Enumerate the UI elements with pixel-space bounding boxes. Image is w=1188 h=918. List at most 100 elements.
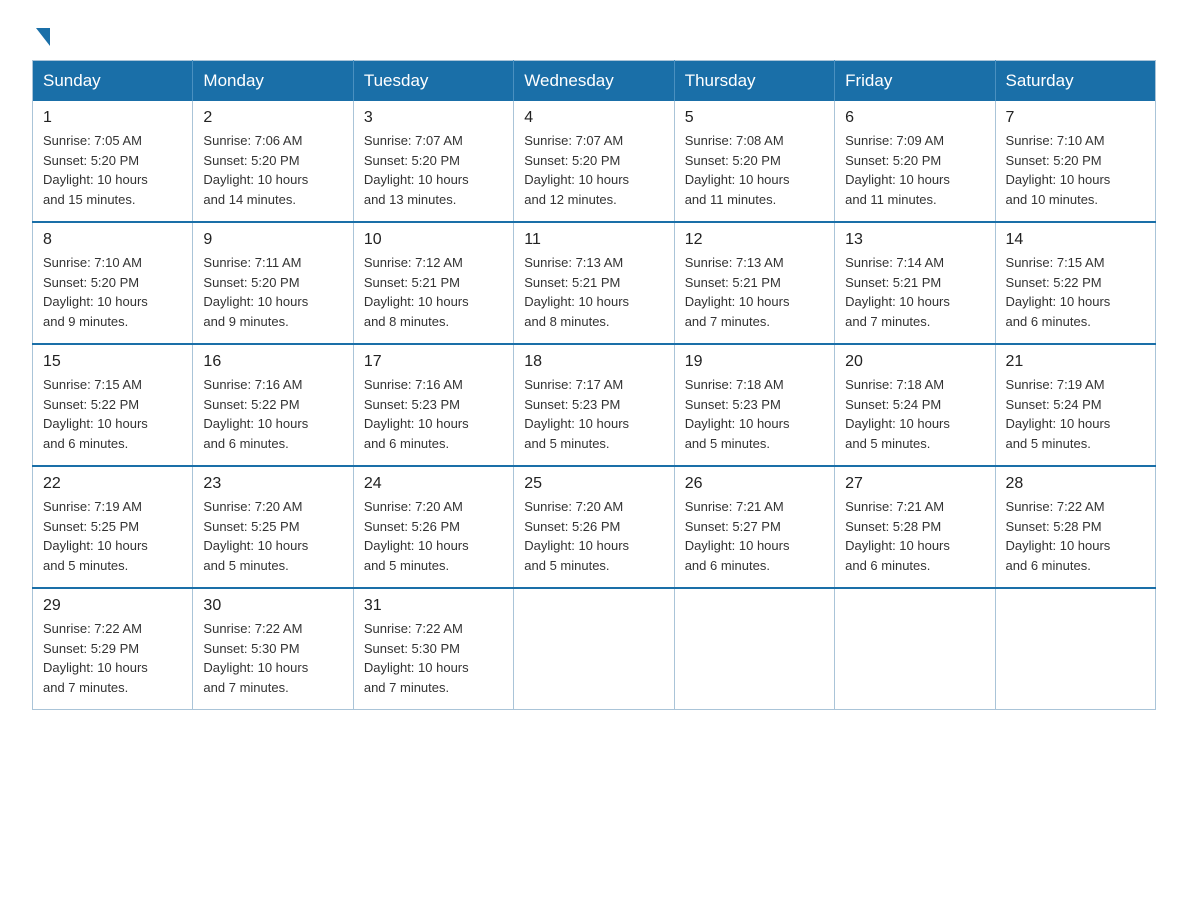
day-detail: Sunrise: 7:16 AM Sunset: 5:22 PM Dayligh…	[203, 375, 342, 453]
day-number: 4	[524, 109, 663, 127]
day-number: 25	[524, 475, 663, 493]
calendar-header-row: SundayMondayTuesdayWednesdayThursdayFrid…	[33, 61, 1156, 102]
logo-arrow-icon	[36, 28, 50, 46]
day-number: 17	[364, 353, 503, 371]
calendar-cell	[835, 588, 995, 710]
day-number: 21	[1006, 353, 1145, 371]
day-detail: Sunrise: 7:19 AM Sunset: 5:24 PM Dayligh…	[1006, 375, 1145, 453]
logo	[32, 24, 50, 42]
day-number: 26	[685, 475, 824, 493]
day-number: 15	[43, 353, 182, 371]
calendar-cell: 4 Sunrise: 7:07 AM Sunset: 5:20 PM Dayli…	[514, 101, 674, 222]
calendar-cell: 27 Sunrise: 7:21 AM Sunset: 5:28 PM Dayl…	[835, 466, 995, 588]
calendar-week-row: 15 Sunrise: 7:15 AM Sunset: 5:22 PM Dayl…	[33, 344, 1156, 466]
header-tuesday: Tuesday	[353, 61, 513, 102]
calendar-week-row: 29 Sunrise: 7:22 AM Sunset: 5:29 PM Dayl…	[33, 588, 1156, 710]
header-saturday: Saturday	[995, 61, 1155, 102]
day-detail: Sunrise: 7:15 AM Sunset: 5:22 PM Dayligh…	[43, 375, 182, 453]
day-number: 28	[1006, 475, 1145, 493]
day-number: 30	[203, 597, 342, 615]
day-number: 22	[43, 475, 182, 493]
calendar-cell: 6 Sunrise: 7:09 AM Sunset: 5:20 PM Dayli…	[835, 101, 995, 222]
calendar-week-row: 1 Sunrise: 7:05 AM Sunset: 5:20 PM Dayli…	[33, 101, 1156, 222]
calendar-cell: 24 Sunrise: 7:20 AM Sunset: 5:26 PM Dayl…	[353, 466, 513, 588]
calendar-cell: 21 Sunrise: 7:19 AM Sunset: 5:24 PM Dayl…	[995, 344, 1155, 466]
day-detail: Sunrise: 7:22 AM Sunset: 5:29 PM Dayligh…	[43, 619, 182, 697]
day-detail: Sunrise: 7:22 AM Sunset: 5:30 PM Dayligh…	[364, 619, 503, 697]
day-number: 20	[845, 353, 984, 371]
calendar-cell: 5 Sunrise: 7:08 AM Sunset: 5:20 PM Dayli…	[674, 101, 834, 222]
day-detail: Sunrise: 7:12 AM Sunset: 5:21 PM Dayligh…	[364, 253, 503, 331]
calendar-cell: 31 Sunrise: 7:22 AM Sunset: 5:30 PM Dayl…	[353, 588, 513, 710]
calendar-cell: 15 Sunrise: 7:15 AM Sunset: 5:22 PM Dayl…	[33, 344, 193, 466]
day-number: 11	[524, 231, 663, 249]
calendar-cell	[514, 588, 674, 710]
day-detail: Sunrise: 7:18 AM Sunset: 5:24 PM Dayligh…	[845, 375, 984, 453]
calendar-cell: 14 Sunrise: 7:15 AM Sunset: 5:22 PM Dayl…	[995, 222, 1155, 344]
day-number: 29	[43, 597, 182, 615]
day-detail: Sunrise: 7:22 AM Sunset: 5:28 PM Dayligh…	[1006, 497, 1145, 575]
day-detail: Sunrise: 7:16 AM Sunset: 5:23 PM Dayligh…	[364, 375, 503, 453]
calendar-body: 1 Sunrise: 7:05 AM Sunset: 5:20 PM Dayli…	[33, 101, 1156, 710]
calendar-cell: 10 Sunrise: 7:12 AM Sunset: 5:21 PM Dayl…	[353, 222, 513, 344]
day-detail: Sunrise: 7:06 AM Sunset: 5:20 PM Dayligh…	[203, 131, 342, 209]
day-number: 23	[203, 475, 342, 493]
day-detail: Sunrise: 7:13 AM Sunset: 5:21 PM Dayligh…	[524, 253, 663, 331]
day-number: 12	[685, 231, 824, 249]
calendar-cell: 18 Sunrise: 7:17 AM Sunset: 5:23 PM Dayl…	[514, 344, 674, 466]
day-number: 31	[364, 597, 503, 615]
calendar-cell: 22 Sunrise: 7:19 AM Sunset: 5:25 PM Dayl…	[33, 466, 193, 588]
day-number: 9	[203, 231, 342, 249]
day-detail: Sunrise: 7:08 AM Sunset: 5:20 PM Dayligh…	[685, 131, 824, 209]
day-number: 1	[43, 109, 182, 127]
calendar-cell	[674, 588, 834, 710]
day-number: 27	[845, 475, 984, 493]
calendar-cell: 7 Sunrise: 7:10 AM Sunset: 5:20 PM Dayli…	[995, 101, 1155, 222]
day-detail: Sunrise: 7:11 AM Sunset: 5:20 PM Dayligh…	[203, 253, 342, 331]
calendar-cell: 30 Sunrise: 7:22 AM Sunset: 5:30 PM Dayl…	[193, 588, 353, 710]
day-detail: Sunrise: 7:19 AM Sunset: 5:25 PM Dayligh…	[43, 497, 182, 575]
day-detail: Sunrise: 7:14 AM Sunset: 5:21 PM Dayligh…	[845, 253, 984, 331]
calendar-cell: 3 Sunrise: 7:07 AM Sunset: 5:20 PM Dayli…	[353, 101, 513, 222]
day-number: 8	[43, 231, 182, 249]
day-number: 13	[845, 231, 984, 249]
day-detail: Sunrise: 7:21 AM Sunset: 5:27 PM Dayligh…	[685, 497, 824, 575]
day-number: 10	[364, 231, 503, 249]
calendar-cell: 2 Sunrise: 7:06 AM Sunset: 5:20 PM Dayli…	[193, 101, 353, 222]
day-detail: Sunrise: 7:07 AM Sunset: 5:20 PM Dayligh…	[524, 131, 663, 209]
day-number: 2	[203, 109, 342, 127]
day-detail: Sunrise: 7:17 AM Sunset: 5:23 PM Dayligh…	[524, 375, 663, 453]
day-detail: Sunrise: 7:20 AM Sunset: 5:26 PM Dayligh…	[524, 497, 663, 575]
calendar-cell: 29 Sunrise: 7:22 AM Sunset: 5:29 PM Dayl…	[33, 588, 193, 710]
header-friday: Friday	[835, 61, 995, 102]
calendar-cell: 19 Sunrise: 7:18 AM Sunset: 5:23 PM Dayl…	[674, 344, 834, 466]
day-detail: Sunrise: 7:20 AM Sunset: 5:25 PM Dayligh…	[203, 497, 342, 575]
day-detail: Sunrise: 7:20 AM Sunset: 5:26 PM Dayligh…	[364, 497, 503, 575]
calendar-cell	[995, 588, 1155, 710]
day-detail: Sunrise: 7:10 AM Sunset: 5:20 PM Dayligh…	[43, 253, 182, 331]
day-number: 24	[364, 475, 503, 493]
calendar-cell: 13 Sunrise: 7:14 AM Sunset: 5:21 PM Dayl…	[835, 222, 995, 344]
day-detail: Sunrise: 7:18 AM Sunset: 5:23 PM Dayligh…	[685, 375, 824, 453]
day-number: 6	[845, 109, 984, 127]
day-detail: Sunrise: 7:09 AM Sunset: 5:20 PM Dayligh…	[845, 131, 984, 209]
day-number: 18	[524, 353, 663, 371]
calendar-table: SundayMondayTuesdayWednesdayThursdayFrid…	[32, 60, 1156, 710]
calendar-cell: 23 Sunrise: 7:20 AM Sunset: 5:25 PM Dayl…	[193, 466, 353, 588]
calendar-cell: 20 Sunrise: 7:18 AM Sunset: 5:24 PM Dayl…	[835, 344, 995, 466]
day-number: 3	[364, 109, 503, 127]
calendar-cell: 26 Sunrise: 7:21 AM Sunset: 5:27 PM Dayl…	[674, 466, 834, 588]
day-number: 5	[685, 109, 824, 127]
day-number: 19	[685, 353, 824, 371]
header-thursday: Thursday	[674, 61, 834, 102]
header-wednesday: Wednesday	[514, 61, 674, 102]
calendar-cell: 12 Sunrise: 7:13 AM Sunset: 5:21 PM Dayl…	[674, 222, 834, 344]
calendar-cell: 16 Sunrise: 7:16 AM Sunset: 5:22 PM Dayl…	[193, 344, 353, 466]
calendar-cell: 25 Sunrise: 7:20 AM Sunset: 5:26 PM Dayl…	[514, 466, 674, 588]
day-detail: Sunrise: 7:21 AM Sunset: 5:28 PM Dayligh…	[845, 497, 984, 575]
day-detail: Sunrise: 7:22 AM Sunset: 5:30 PM Dayligh…	[203, 619, 342, 697]
day-detail: Sunrise: 7:13 AM Sunset: 5:21 PM Dayligh…	[685, 253, 824, 331]
day-number: 7	[1006, 109, 1145, 127]
calendar-cell: 9 Sunrise: 7:11 AM Sunset: 5:20 PM Dayli…	[193, 222, 353, 344]
calendar-cell: 17 Sunrise: 7:16 AM Sunset: 5:23 PM Dayl…	[353, 344, 513, 466]
